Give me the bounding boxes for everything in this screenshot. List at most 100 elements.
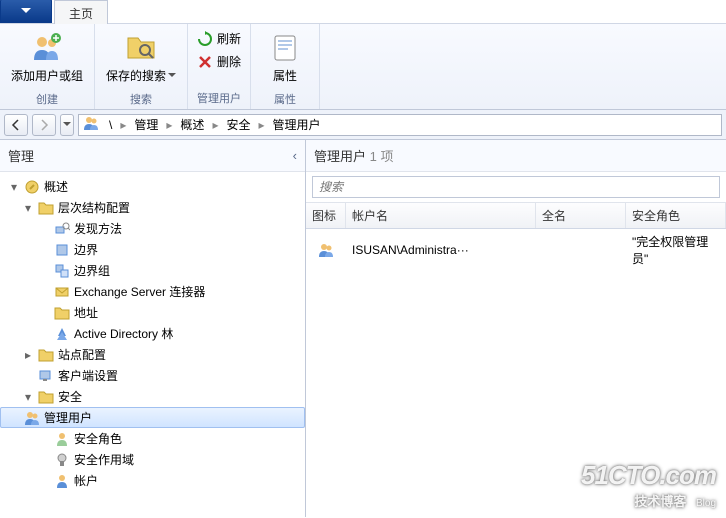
row-account: ISUSAN\Administra···: [346, 241, 536, 259]
col-role[interactable]: 安全角色: [626, 203, 726, 228]
boundary-group-icon: [54, 263, 70, 279]
right-pane-count: 1 项: [370, 149, 394, 164]
tree-overview[interactable]: ▾ 概述: [0, 176, 305, 197]
folder-search-icon: [125, 32, 157, 64]
ribbon-group-manage-user-label: 管理用户: [192, 88, 246, 109]
delete-label: 删除: [217, 53, 241, 70]
arrow-right-icon: [38, 119, 50, 131]
breadcrumb-item[interactable]: 管理用户: [267, 116, 327, 133]
tree-label: 地址: [74, 304, 98, 321]
folder-icon: [54, 305, 70, 321]
add-user-or-group-button[interactable]: 添加用户或组: [4, 27, 90, 89]
tree-security-scope[interactable]: 安全作用域: [0, 449, 305, 470]
tree-label: 帐户: [74, 472, 98, 489]
tab-bar: 主页: [0, 0, 726, 24]
folder-icon: [38, 347, 54, 363]
tree-label: 概述: [44, 178, 68, 195]
tree-label: 发现方法: [74, 220, 122, 237]
security-scope-icon: [54, 452, 70, 468]
left-pane-title: 管理: [8, 146, 34, 165]
delete-button[interactable]: 删除: [192, 50, 246, 73]
tree-collapse-icon[interactable]: ▾: [8, 181, 20, 193]
discovery-icon: [54, 221, 70, 237]
tree-exchange[interactable]: Exchange Server 连接器: [0, 281, 305, 302]
tree-security-role[interactable]: 安全角色: [0, 428, 305, 449]
right-pane-header: 管理用户 1 项: [306, 140, 726, 172]
tree-label: 管理用户: [44, 409, 92, 426]
back-button[interactable]: [4, 114, 28, 136]
properties-label: 属性: [273, 67, 297, 84]
col-icon[interactable]: 图标: [306, 203, 346, 228]
tree-ad-forest[interactable]: Active Directory 林: [0, 323, 305, 344]
saved-searches-label: 保存的搜索: [106, 67, 166, 84]
refresh-button[interactable]: 刷新: [192, 27, 246, 50]
tree-address[interactable]: 地址: [0, 302, 305, 323]
breadcrumb-item[interactable]: 管理: [128, 116, 164, 133]
app-menu-button[interactable]: [0, 0, 52, 23]
tree-security[interactable]: ▾ 安全: [0, 386, 305, 407]
search-input[interactable]: [312, 176, 720, 198]
tree-label: Exchange Server 连接器: [74, 283, 205, 300]
results-table: 图标 帐户名 全名 安全角色 ISUSAN\Administra··· "完全权…: [306, 202, 726, 271]
folder-icon: [38, 389, 54, 405]
exchange-icon: [54, 284, 70, 300]
boundary-icon: [54, 242, 70, 258]
ribbon-group-properties: 属性 属性: [251, 24, 320, 109]
breadcrumb-item[interactable]: 概述: [174, 116, 210, 133]
collapse-pane-button[interactable]: ‹: [293, 148, 297, 163]
ad-forest-icon: [54, 326, 70, 342]
arrow-left-icon: [10, 119, 22, 131]
tree: ▾ 概述 ▾ 层次结构配置 发现方法 边界 边界: [0, 172, 305, 517]
tree-label: 安全: [58, 388, 82, 405]
tree-boundary[interactable]: 边界: [0, 239, 305, 260]
tree-label: 站点配置: [58, 346, 106, 363]
tree-site-config[interactable]: ▸ 站点配置: [0, 344, 305, 365]
delete-icon: [197, 54, 213, 70]
tree-collapse-icon[interactable]: ▾: [22, 202, 34, 214]
properties-button[interactable]: 属性: [255, 27, 315, 89]
tab-main[interactable]: 主页: [54, 0, 108, 24]
col-account[interactable]: 帐户名: [346, 203, 536, 228]
tree-label: Active Directory 林: [74, 325, 173, 342]
breadcrumb-sep: ▸: [164, 118, 174, 132]
ribbon: 添加用户或组 创建 保存的搜索 搜索: [0, 24, 726, 110]
tree-label: 边界: [74, 241, 98, 258]
overview-icon: [24, 179, 40, 195]
breadcrumb-item[interactable]: 安全: [220, 116, 256, 133]
breadcrumb-root[interactable]: \: [103, 118, 118, 132]
left-pane: 管理 ‹ ▾ 概述 ▾ 层次结构配置 发现方法 边界: [0, 140, 306, 517]
right-pane: 管理用户 1 项 图标 帐户名 全名 安全角色 ISUSAN\Administr…: [306, 140, 726, 517]
refresh-label: 刷新: [217, 30, 241, 47]
table-row[interactable]: ISUSAN\Administra··· "完全权限管理员": [306, 229, 726, 271]
properties-icon: [269, 32, 301, 64]
tree-label: 客户端设置: [58, 367, 118, 384]
add-users-icon: [31, 32, 63, 64]
nav-bar: \ ▸ 管理 ▸ 概述 ▸ 安全 ▸ 管理用户: [0, 110, 726, 140]
users-icon: [24, 410, 40, 426]
tree-hierarchy[interactable]: ▾ 层次结构配置: [0, 197, 305, 218]
forward-button[interactable]: [32, 114, 56, 136]
search-box: [312, 176, 720, 198]
users-icon: [318, 242, 334, 258]
row-fullname: [536, 248, 626, 252]
col-fullname[interactable]: 全名: [536, 203, 626, 228]
nav-history-dropdown[interactable]: [60, 114, 74, 136]
tree-client-settings[interactable]: 客户端设置: [0, 365, 305, 386]
ribbon-group-search: 保存的搜索 搜索: [95, 24, 188, 109]
tree-label: 安全角色: [74, 430, 122, 447]
chevron-down-icon: [63, 122, 71, 127]
tree-manage-user[interactable]: 管理用户: [0, 407, 305, 428]
tree-accounts[interactable]: 帐户: [0, 470, 305, 491]
row-icon: [306, 240, 346, 260]
ribbon-group-create-label: 创建: [4, 89, 90, 110]
tree-expand-icon[interactable]: ▸: [22, 349, 34, 361]
tree-collapse-icon[interactable]: ▾: [22, 391, 34, 403]
ribbon-group-manage-user: 刷新 删除 管理用户: [188, 24, 251, 109]
tree-boundary-group[interactable]: 边界组: [0, 260, 305, 281]
tree-discovery[interactable]: 发现方法: [0, 218, 305, 239]
chevron-down-icon: [21, 8, 31, 14]
security-role-icon: [54, 431, 70, 447]
ribbon-group-properties-label: 属性: [255, 89, 315, 110]
account-icon: [54, 473, 70, 489]
saved-searches-button[interactable]: 保存的搜索: [99, 27, 183, 89]
